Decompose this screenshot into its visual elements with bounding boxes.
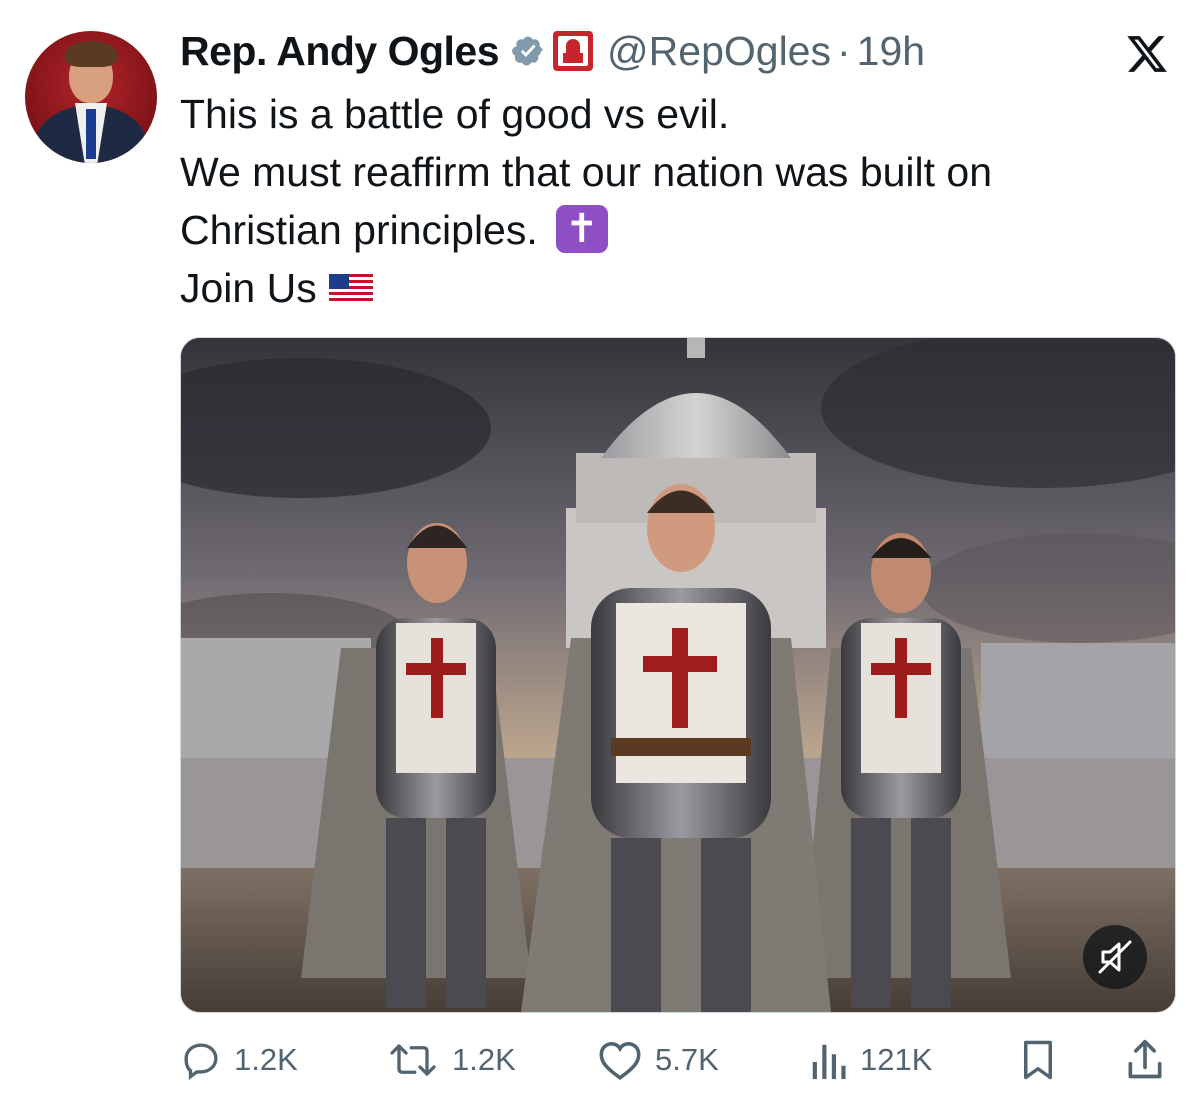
capitol-dome-icon <box>566 39 581 53</box>
views-chart-icon <box>812 1044 846 1080</box>
mute-button[interactable] <box>1083 925 1147 989</box>
author-name[interactable]: Rep. Andy Ogles <box>180 28 500 75</box>
reply-count: 1.2K <box>234 1042 298 1077</box>
bookmark-icon <box>1024 1040 1052 1080</box>
author-avatar[interactable] <box>25 31 157 163</box>
bookmark-button[interactable] <box>1019 1030 1057 1090</box>
org-affiliation-badge-icon[interactable] <box>553 31 594 71</box>
tweet-line-1: This is a battle of good vs evil. <box>180 91 730 137</box>
tweet-text: This is a battle of good vs evil. We mus… <box>180 85 1170 317</box>
share-icon <box>1128 1039 1162 1079</box>
repost-button[interactable]: 1.2K <box>386 1030 516 1090</box>
reply-icon <box>184 1043 218 1080</box>
verified-badge-icon[interactable] <box>511 34 545 68</box>
tweet-action-bar: 1.2K 1.2K 5.7K 121K <box>0 1030 1200 1090</box>
tweet-time[interactable]: 19h <box>857 28 925 75</box>
views-count: 121K <box>860 1042 933 1077</box>
capitol-base-icon <box>563 53 584 63</box>
share-button[interactable] <box>1124 1030 1166 1090</box>
avatar-tie <box>86 109 96 159</box>
tweet-video[interactable] <box>180 337 1176 1013</box>
us-flag-icon <box>328 274 373 305</box>
tweet-header: Rep. Andy Ogles @RepOgles · 19h <box>180 26 925 76</box>
repost-icon <box>390 1044 436 1076</box>
video-frame-illustration <box>181 338 1175 1012</box>
tweet-line-2: We must reaffirm that our nation was bui… <box>180 149 993 195</box>
avatar-hair <box>65 41 117 67</box>
tweet-line-4-row: Join Us <box>180 259 1170 317</box>
tweet-line-4: Join Us <box>180 265 317 311</box>
time-separator: · <box>837 27 851 74</box>
heart-icon <box>599 1041 641 1080</box>
muted-speaker-icon <box>1098 940 1132 974</box>
like-button[interactable]: 5.7K <box>597 1030 719 1090</box>
views-button[interactable]: 121K <box>808 1030 932 1090</box>
tweet-line-3-row: Christian principles. ✝ <box>180 201 1170 259</box>
like-count: 5.7K <box>655 1042 719 1077</box>
author-handle[interactable]: @RepOgles <box>607 28 831 75</box>
tweet-line-3: Christian principles. <box>180 207 538 253</box>
latin-cross-emoji: ✝ <box>555 205 608 254</box>
x-logo-icon[interactable] <box>1122 32 1172 76</box>
reply-button[interactable]: 1.2K <box>180 1030 298 1090</box>
repost-count: 1.2K <box>452 1042 516 1077</box>
